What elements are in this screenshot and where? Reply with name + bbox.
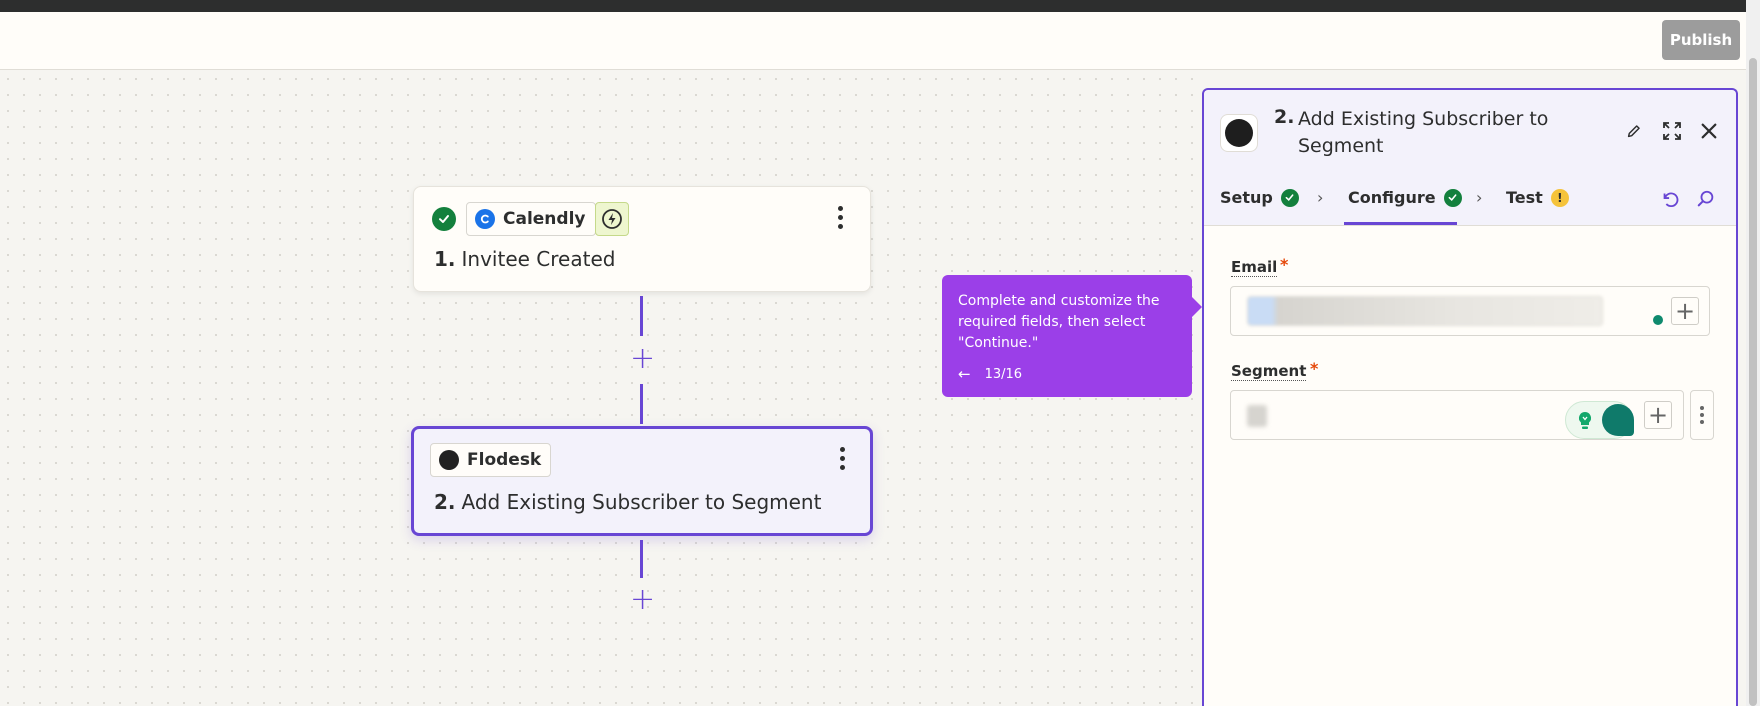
panel-step-number: 2. <box>1274 106 1295 128</box>
panel-title: Add Existing Subscriber to Segment <box>1298 108 1549 157</box>
undo-icon[interactable] <box>1657 186 1683 212</box>
app-chip-calendly: Calendly <box>466 202 596 236</box>
step-menu-button[interactable] <box>832 444 852 472</box>
tooltip-progress: 13/16 <box>984 366 1023 382</box>
expand-icon[interactable] <box>1659 118 1685 144</box>
pencil-icon[interactable] <box>1621 118 1647 144</box>
tooltip-arrow <box>1192 297 1202 317</box>
publish-button[interactable]: Publish <box>1662 20 1740 60</box>
app-chip-flodesk: Flodesk <box>430 443 552 477</box>
flodesk-logo-icon <box>439 450 459 470</box>
tab-configure[interactable]: Configure <box>1348 188 1462 207</box>
connector-line <box>640 540 643 578</box>
browser-top-strip <box>0 0 1760 12</box>
active-tab-indicator <box>1344 222 1457 225</box>
step-card-trigger[interactable]: Calendly 1. Invitee Created <box>413 186 871 292</box>
email-field-label: Email <box>1231 258 1278 277</box>
ai-assistant-button[interactable] <box>1565 401 1634 439</box>
app-chip-label: Calendly <box>503 209 586 229</box>
app-chip-label: Flodesk <box>467 450 542 470</box>
scrollbar-thumb[interactable] <box>1749 58 1757 706</box>
connector-line <box>640 296 643 336</box>
insert-data-button[interactable]: + <box>1644 401 1672 429</box>
warning-icon: ! <box>1550 188 1569 207</box>
panel-header: 2. Add Existing Subscriber to Segment <box>1204 90 1736 174</box>
calendly-logo-icon <box>475 209 495 229</box>
tooltip-footer: ← 13/16 <box>958 365 1022 383</box>
check-circle-icon <box>1443 188 1462 207</box>
tab-setup[interactable]: Setup <box>1220 188 1299 207</box>
editor-header: Publish <box>0 12 1760 70</box>
add-step-button[interactable]: + <box>630 585 655 615</box>
check-circle-icon <box>432 207 456 231</box>
arrow-left-icon[interactable]: ← <box>958 365 971 383</box>
panel-tabs: Setup › Configure › Test ! <box>1204 174 1736 226</box>
step-detail-panel: 2. Add Existing Subscriber to Segment Se… <box>1202 88 1738 706</box>
segment-field-label: Segment <box>1231 362 1307 381</box>
required-marker: * <box>1310 359 1319 378</box>
tooltip-text: Complete and customize the required fiel… <box>958 293 1160 351</box>
field-options-button[interactable] <box>1690 390 1714 440</box>
connector-line <box>640 384 643 424</box>
page-scrollbar[interactable] <box>1746 0 1760 706</box>
mapped-value-pill[interactable] <box>1247 296 1603 326</box>
required-marker: * <box>1280 255 1289 274</box>
step-card-action[interactable]: Flodesk 2. Add Existing Subscriber to Seg… <box>411 426 873 536</box>
close-icon[interactable] <box>1696 118 1722 144</box>
email-field[interactable]: + <box>1230 286 1710 336</box>
chevron-right-icon: › <box>1317 188 1324 207</box>
tab-test[interactable]: Test ! <box>1506 188 1569 207</box>
lightning-icon <box>595 202 629 236</box>
search-icon[interactable] <box>1693 186 1719 212</box>
add-step-button[interactable]: + <box>630 344 655 374</box>
segment-value <box>1247 405 1267 427</box>
flodesk-logo-icon <box>1220 114 1258 152</box>
segment-field[interactable]: + <box>1230 390 1684 440</box>
status-dot <box>1653 315 1663 325</box>
chevron-right-icon: › <box>1476 188 1483 207</box>
step-menu-button[interactable] <box>830 203 850 231</box>
onboarding-tooltip: Complete and customize the required fiel… <box>942 275 1202 397</box>
step-title: 2. Add Existing Subscriber to Segment <box>434 490 822 514</box>
lightbulb-icon <box>1578 411 1592 429</box>
chat-icon <box>1602 404 1634 436</box>
insert-data-button[interactable]: + <box>1671 297 1699 325</box>
check-circle-icon <box>1280 188 1299 207</box>
step-title: 1. Invitee Created <box>434 247 616 271</box>
